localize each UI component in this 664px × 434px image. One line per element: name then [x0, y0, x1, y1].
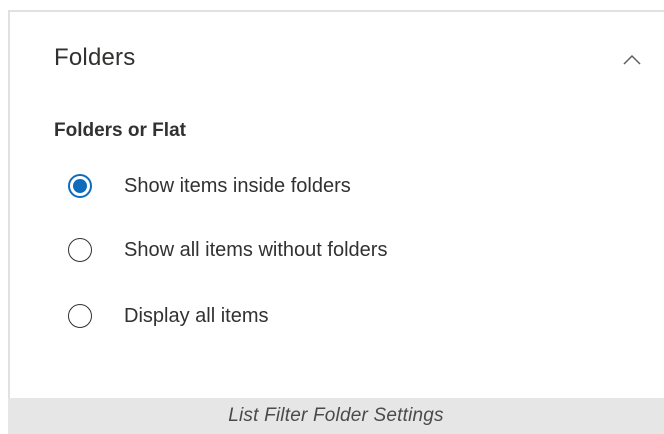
radio-button[interactable] [68, 174, 92, 198]
section-title: Folders [54, 44, 136, 71]
radio-button[interactable] [68, 304, 92, 328]
option-show-all-items-without-folders[interactable]: Show all items without folders [68, 230, 387, 270]
folders-settings-panel: Folders Folders or Flat Show items insid… [8, 10, 664, 398]
option-show-items-inside-folders[interactable]: Show items inside folders [68, 166, 351, 206]
folders-section-header[interactable]: Folders [10, 12, 664, 100]
collapse-button[interactable] [614, 42, 650, 78]
chevron-up-icon [623, 54, 641, 65]
option-display-all-items[interactable]: Display all items [68, 296, 268, 336]
option-label: Show items inside folders [124, 174, 351, 197]
radio-group-label: Folders or Flat [54, 120, 186, 141]
figure-caption: List Filter Folder Settings [8, 398, 664, 434]
radio-button[interactable] [68, 238, 92, 262]
option-label: Show all items without folders [124, 238, 388, 261]
option-label: Display all items [124, 304, 269, 327]
